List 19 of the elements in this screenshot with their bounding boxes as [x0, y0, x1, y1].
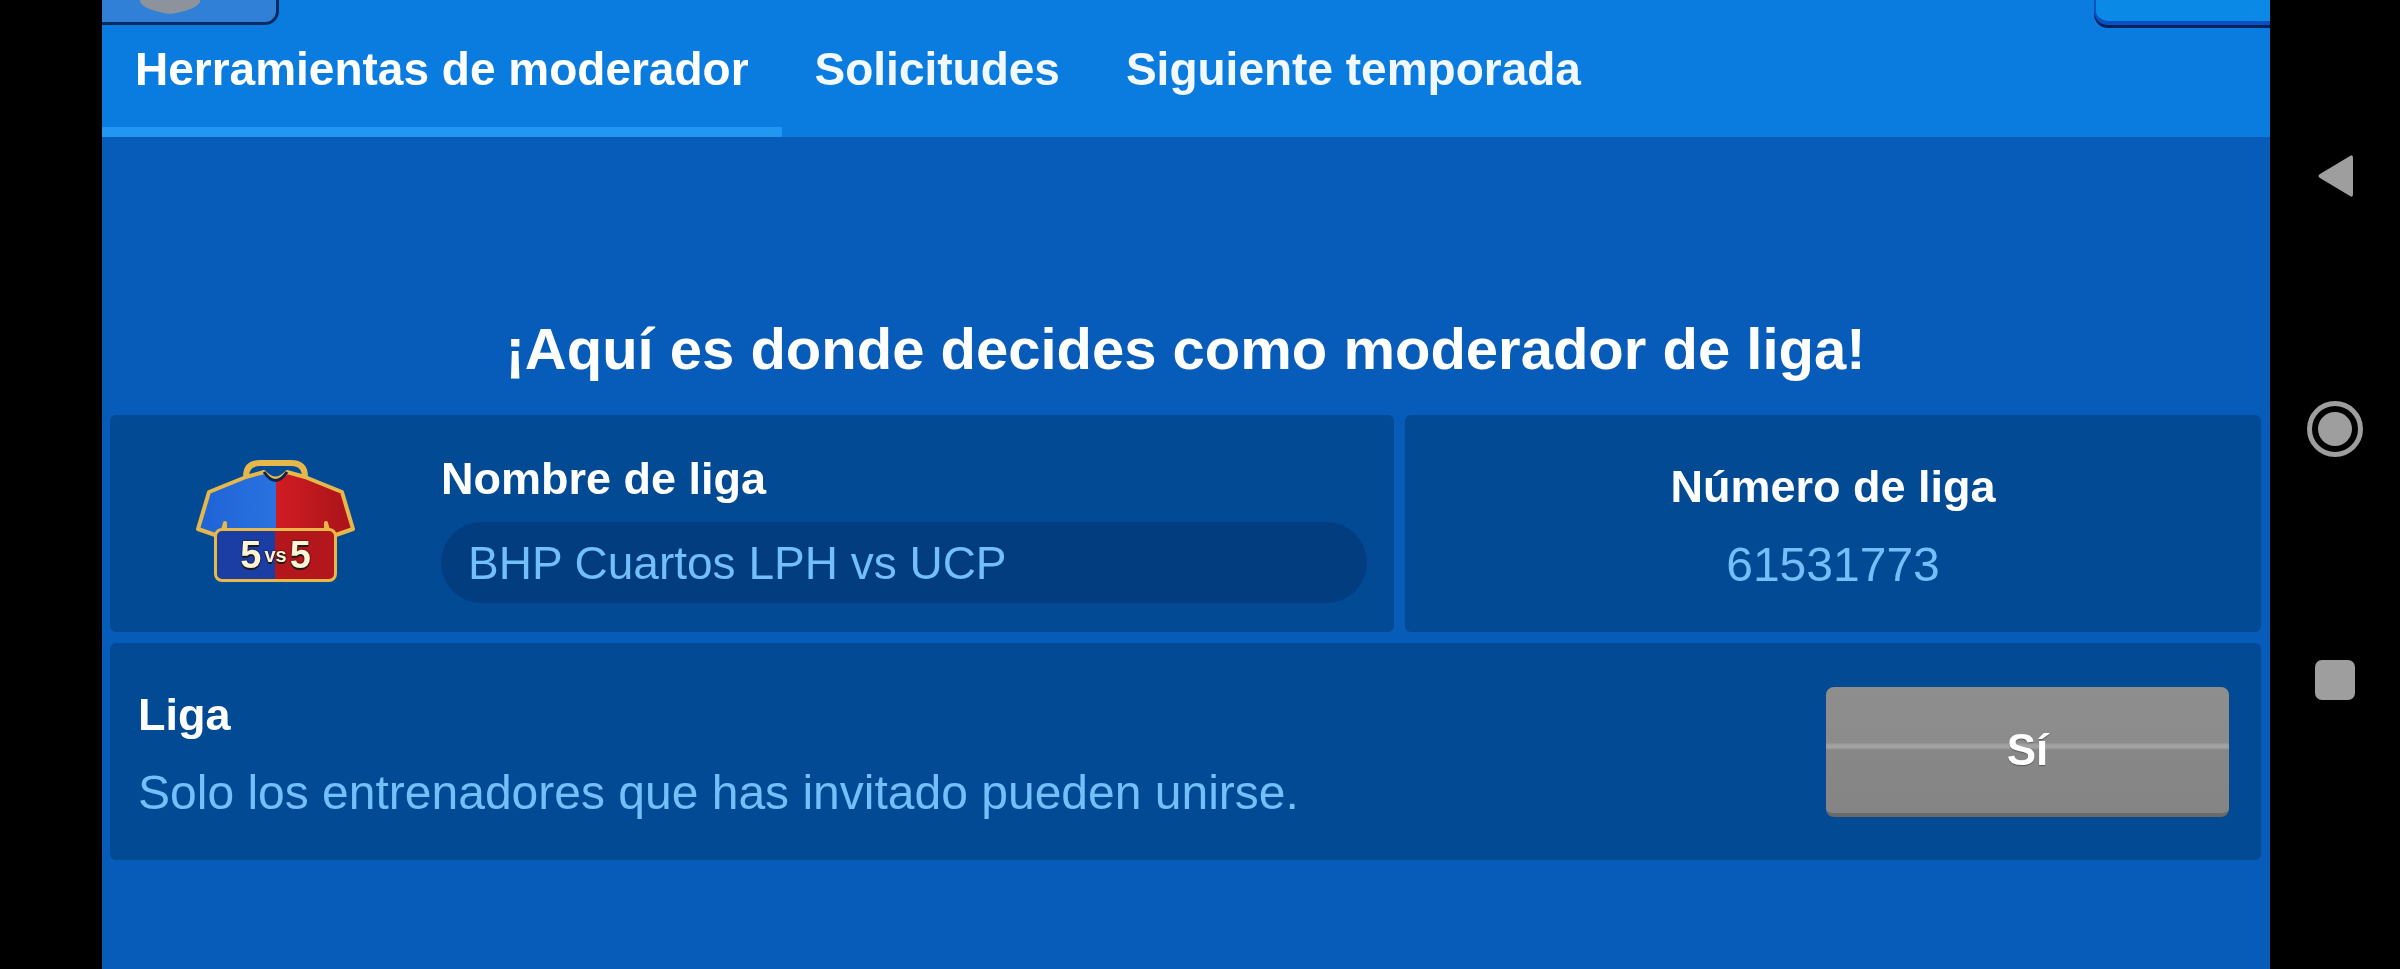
score-number: 5 [240, 536, 262, 574]
home-icon[interactable] [2307, 401, 2363, 457]
setting-title: Liga [138, 690, 232, 740]
back-icon[interactable] [2316, 153, 2354, 199]
yes-button[interactable]: Sí [1826, 687, 2229, 817]
shield-icon [140, 0, 200, 14]
league-name-field[interactable]: BHP Cuartos LPH vs UCP [441, 522, 1367, 603]
score-number: 5 [289, 536, 311, 574]
tab[interactable]: Herramientas de moderador [102, 25, 782, 137]
versus-label: vs [264, 545, 287, 565]
header-button[interactable] [102, 0, 279, 25]
field-label: Número de liga [1670, 462, 1996, 512]
page-heading: ¡Aquí es donde decides como moderador de liga! [504, 315, 1867, 383]
tab[interactable]: Siguiente temporada [1092, 25, 1614, 137]
league-number: 61531773 [1726, 538, 1940, 592]
tab[interactable]: Solicitudes [781, 25, 1093, 137]
setting-description: Solo los entrenadores que has invitado pueden unirse. [138, 766, 1299, 820]
recents-icon[interactable] [2315, 660, 2355, 700]
field-label: Nombre de liga [441, 454, 768, 504]
